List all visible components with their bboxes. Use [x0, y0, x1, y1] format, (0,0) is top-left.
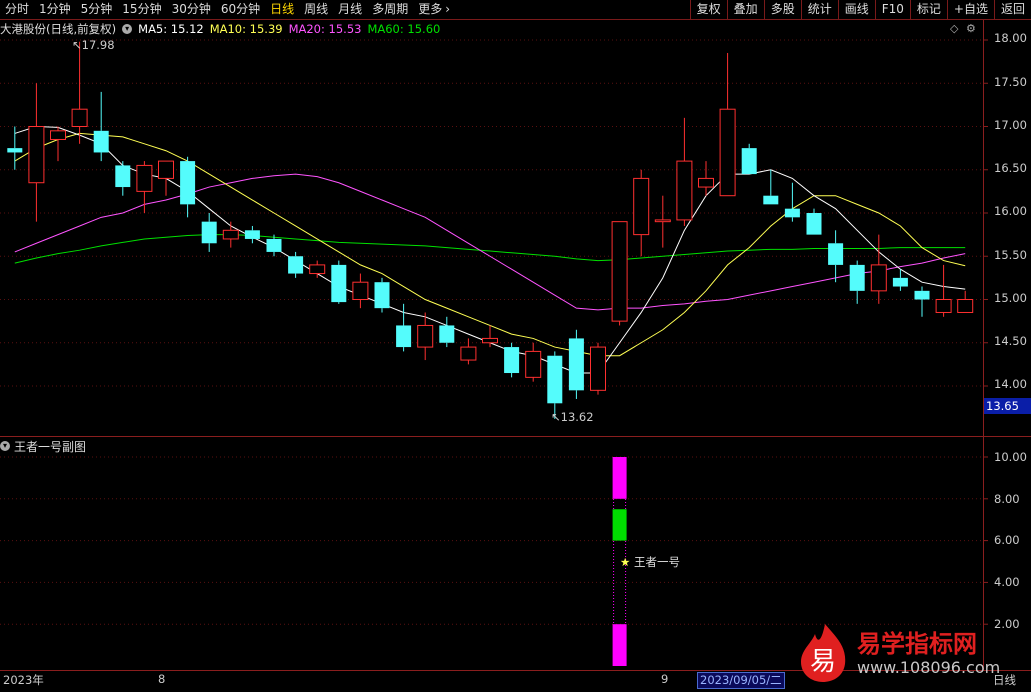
candle-down	[7, 148, 23, 153]
candle-up	[611, 221, 628, 322]
watermark-logo: 易 易学指标网 www.108096.com	[795, 622, 1015, 684]
panel-divider[interactable]	[0, 436, 1031, 437]
month-9-label: 9	[661, 672, 669, 686]
candle-down	[439, 325, 455, 343]
flame-logo-icon: 易	[801, 624, 846, 682]
candle-down	[568, 338, 584, 391]
candle-up	[633, 177, 650, 236]
candle-down	[892, 277, 908, 287]
price-tick: 15.50	[994, 248, 1027, 262]
month-8-label: 8	[158, 672, 166, 686]
candle-down	[266, 238, 282, 252]
price-tick: 18.00	[994, 31, 1027, 45]
signal-label-text: 王者一号	[633, 555, 680, 569]
candle-up	[654, 219, 671, 223]
candle-up	[28, 126, 45, 184]
watermark-url: www.108096.com	[857, 658, 1001, 677]
candle-down	[828, 243, 844, 265]
candle-up	[676, 160, 693, 221]
candle-down	[763, 195, 779, 205]
indicator-tick: 4.00	[994, 575, 1020, 589]
price-tick: 16.00	[994, 204, 1027, 218]
high-price-value: 17.98	[81, 38, 115, 52]
candle-up	[935, 299, 952, 313]
candle-down	[914, 290, 930, 300]
candle-up	[698, 177, 714, 188]
indicator-settings-icon[interactable]: ▾	[0, 441, 10, 451]
candle-up	[352, 281, 369, 301]
selected-date: 2023/09/05/二	[697, 672, 785, 689]
price-tick: 17.00	[994, 118, 1027, 132]
candle-down	[115, 165, 131, 188]
signal-bar	[612, 457, 627, 499]
candle-down	[806, 213, 822, 235]
candle-down	[784, 208, 800, 218]
candle-up	[50, 130, 66, 140]
ma60-line	[14, 234, 966, 264]
indicator-title-text[interactable]: 王者一号副图	[14, 438, 86, 455]
candle-up	[309, 264, 326, 275]
price-tick: 15.00	[994, 291, 1027, 305]
signal-bar	[612, 509, 627, 541]
candle-down	[374, 282, 390, 309]
year-label: 2023年	[3, 673, 44, 687]
signal-bar	[612, 624, 627, 666]
candle-up	[870, 264, 887, 292]
candle-down	[244, 230, 260, 239]
ma10-line	[14, 132, 966, 357]
low-price-value: 13.62	[560, 410, 594, 424]
high-price-marker: ↖17.98	[72, 38, 115, 52]
candle-up	[957, 299, 974, 313]
star-icon: ★	[620, 555, 631, 569]
logo-char: 易	[810, 647, 836, 677]
signal-label: ★ 王者一号	[620, 554, 680, 570]
indicator-tick: 10.00	[994, 450, 1027, 464]
candle-down	[180, 161, 196, 205]
kline-chart[interactable]	[0, 0, 1031, 691]
indicator-title: ▾ 王者一号副图	[0, 438, 86, 454]
candle-down	[504, 347, 520, 374]
candle-up	[158, 160, 174, 179]
candle-down	[547, 355, 563, 404]
candle-up	[525, 350, 542, 378]
candle-up	[136, 164, 153, 192]
indicator-tick: 6.00	[994, 533, 1020, 547]
candle-down	[201, 221, 217, 244]
indicator-tick: 8.00	[994, 492, 1020, 506]
current-price-tag: 13.65	[984, 398, 1031, 414]
candle-up	[590, 346, 606, 391]
candle-down	[288, 256, 304, 274]
price-tick: 14.50	[994, 334, 1027, 348]
candle-up	[417, 324, 434, 348]
axis-divider	[983, 20, 984, 670]
price-tick: 17.50	[994, 75, 1027, 89]
price-tick: 14.00	[994, 377, 1027, 391]
low-price-marker: ↖13.62	[551, 410, 594, 424]
candle-up	[71, 108, 88, 127]
candle-up	[222, 229, 239, 240]
candle-up	[482, 337, 498, 344]
watermark-title: 易学指标网	[857, 630, 977, 658]
price-tick: 16.50	[994, 161, 1027, 175]
candle-down	[396, 325, 412, 348]
candle-down	[741, 148, 757, 175]
candle-up	[719, 108, 736, 197]
candle-down	[331, 264, 347, 303]
candle-up	[460, 346, 477, 361]
ma20-line	[14, 173, 966, 311]
candle-down	[849, 264, 865, 291]
candle-down	[93, 130, 109, 153]
